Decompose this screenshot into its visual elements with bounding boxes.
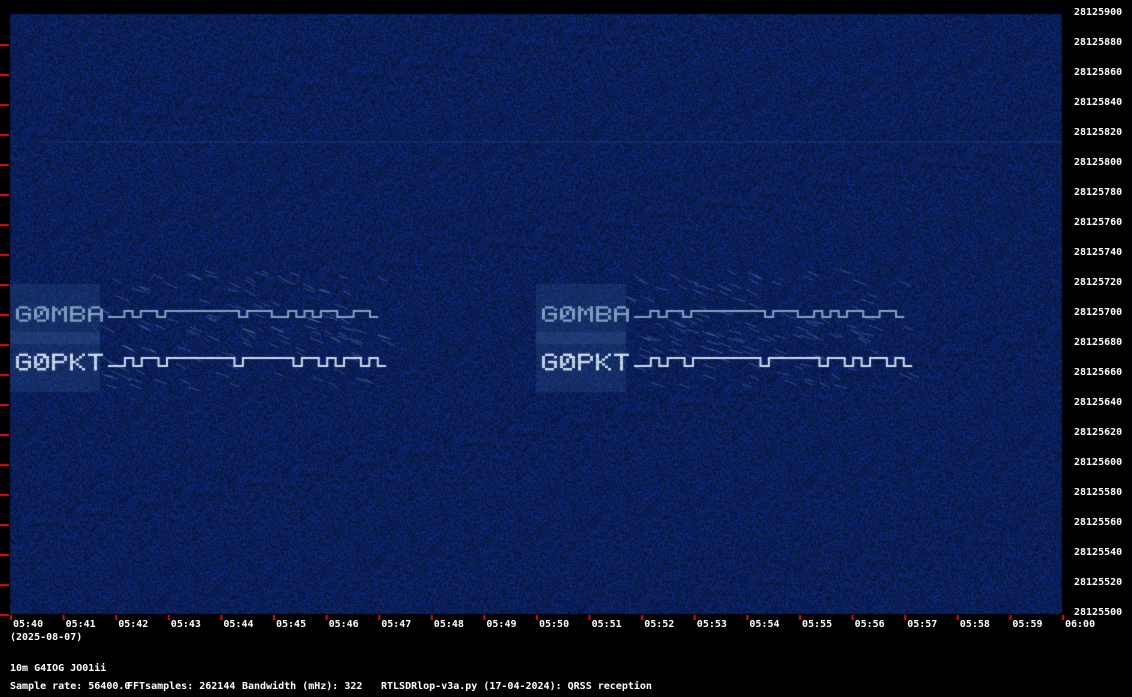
bandwidth-label: Bandwidth (mHz): 322: [242, 681, 363, 692]
y-tick-label: 28125820: [1074, 127, 1123, 138]
y-tick-label: 28125660: [1074, 367, 1123, 378]
y-tick-label: 28125800: [1074, 157, 1123, 168]
x-tick-label: 05:53: [696, 619, 727, 630]
x-tick-label: 05:41: [65, 619, 96, 630]
y-tick-label: 28125680: [1074, 337, 1123, 348]
x-tick-label: 05:57: [907, 619, 938, 630]
x-tick-label: 05:44: [223, 619, 254, 630]
y-tick-label: 28125900: [1074, 7, 1123, 18]
y-tick-label: 28125580: [1074, 487, 1123, 498]
y-tick-label: 28125760: [1074, 217, 1123, 228]
y-tick-label: 28125500: [1074, 607, 1123, 618]
y-tick-label: 28125640: [1074, 397, 1123, 408]
fft-samples-label: FFTsamples: 262144: [127, 681, 236, 692]
x-tick-label: 05:50: [539, 619, 570, 630]
x-tick-label: 05:56: [854, 619, 885, 630]
waterfall-plot: [0, 0, 1132, 620]
y-tick-label: 28125720: [1074, 277, 1123, 288]
date-label: (2025-08-07): [10, 632, 83, 643]
x-tick-label: 05:55: [802, 619, 833, 630]
x-tick-label: 05:46: [328, 619, 359, 630]
x-tick-label: 05:52: [644, 619, 675, 630]
y-tick-label: 28125700: [1074, 307, 1123, 318]
y-tick-label: 28125740: [1074, 247, 1123, 258]
y-tick-label: 28125620: [1074, 427, 1123, 438]
x-tick-label: 05:49: [486, 619, 517, 630]
x-tick-label: 05:43: [170, 619, 201, 630]
sample-rate-label: Sample rate: 56400.0: [10, 681, 131, 692]
x-tick-label: 05:48: [433, 619, 464, 630]
x-tick-label: 05:42: [118, 619, 149, 630]
y-tick-label: 28125560: [1074, 517, 1123, 528]
y-tick-label: 28125880: [1074, 37, 1123, 48]
x-tick-label: 05:40: [13, 619, 44, 630]
x-tick-label: 05:51: [591, 619, 622, 630]
station-label: 10m G4IOG JO01ii: [10, 663, 107, 674]
x-tick-label: 05:59: [1012, 619, 1043, 630]
y-tick-label: 28125860: [1074, 67, 1123, 78]
x-tick-label: 05:54: [749, 619, 780, 630]
program-label: RTLSDRlop-v3a.py (17-04-2024): QRSS rece…: [381, 681, 652, 692]
x-tick-label: 05:47: [381, 619, 412, 630]
y-tick-label: 28125600: [1074, 457, 1123, 468]
y-tick-label: 28125540: [1074, 547, 1123, 558]
y-tick-label: 28125520: [1074, 577, 1123, 588]
y-tick-label: 28125840: [1074, 97, 1123, 108]
x-tick-label: 05:45: [276, 619, 307, 630]
x-tick-label: 05:58: [959, 619, 990, 630]
y-tick-label: 28125780: [1074, 187, 1123, 198]
x-tick-label: 06:00: [1065, 619, 1096, 630]
